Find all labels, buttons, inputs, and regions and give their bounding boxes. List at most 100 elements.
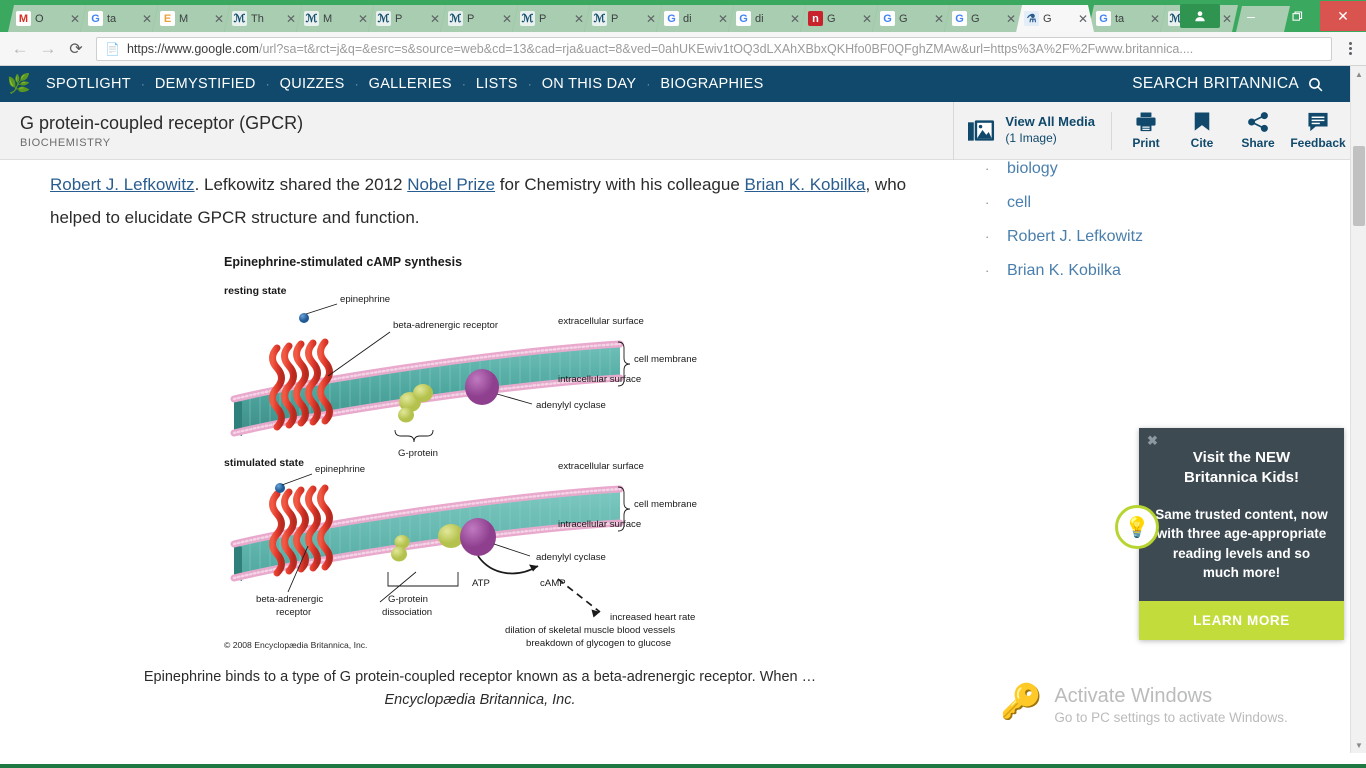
tab-close-icon[interactable]: ✕	[500, 12, 514, 26]
tab-close-icon[interactable]: ✕	[212, 12, 226, 26]
britannica-page: 🌿 SPOTLIGHT · DEMYSTIFIED · QUIZZES · GALLERIE…	[0, 66, 1350, 768]
browser-tab[interactable]: M O ✕	[8, 5, 86, 32]
browser-tab[interactable]: Gdi ✕	[728, 5, 806, 32]
browser-tab[interactable]: ℳ P ✕	[440, 5, 518, 32]
browser-tab[interactable]: G G ✕	[944, 5, 1022, 32]
britannica-thistle-logo[interactable]: 🌿	[7, 69, 31, 99]
outcome-glycogen: breakdown of glycogen to glucose	[526, 638, 671, 649]
browser-tab[interactable]: ℳ P ✕	[512, 5, 590, 32]
browser-tab[interactable]: Gta ✕	[80, 5, 158, 32]
article-body: Robert J. Lefkowitz. Lefkowitz shared th…	[0, 160, 1350, 768]
browser-tab[interactable]: G G ✕	[872, 5, 950, 32]
google-icon: G	[880, 11, 895, 26]
tab-close-icon[interactable]: ✕	[716, 12, 730, 26]
tab-close-icon[interactable]: ✕	[356, 12, 370, 26]
nav-item-lists[interactable]: LISTS	[466, 76, 528, 92]
google-icon: G	[736, 11, 751, 26]
scroll-down-arrow[interactable]: ▼	[1351, 737, 1366, 753]
promo-title-line2: Britannica Kids!	[1183, 469, 1300, 487]
back-button[interactable]: ←	[6, 35, 34, 63]
nav-item-demystified[interactable]: DEMYSTIFIED	[145, 76, 266, 92]
tab-close-icon[interactable]: ✕	[284, 12, 298, 26]
restore-button[interactable]	[1274, 1, 1320, 31]
forward-button[interactable]: →	[34, 35, 62, 63]
promo-close-button[interactable]: ✖	[1147, 433, 1158, 449]
tab-close-icon[interactable]: ✕	[788, 12, 802, 26]
print-button[interactable]: Print	[1118, 102, 1174, 160]
tab-close-icon[interactable]: ✕	[932, 12, 946, 26]
browser-tab[interactable]: ℳ P ✕	[368, 5, 446, 32]
tab-close-icon[interactable]: ✕	[860, 12, 874, 26]
article-tools: View All Media (1 Image) Print Cite Shar…	[953, 101, 1350, 160]
tab-close-icon[interactable]: ✕	[1004, 12, 1018, 26]
tab-close-icon[interactable]: ✕	[644, 12, 658, 26]
tab-title: Th	[251, 12, 264, 25]
related-link[interactable]: biology	[1007, 160, 1058, 178]
nav-item-on-this-day[interactable]: ON THIS DAY	[532, 76, 647, 92]
page-scrollbar[interactable]: ▲ ▼	[1350, 66, 1366, 753]
tab-close-icon[interactable]: ✕	[572, 12, 586, 26]
link-nobel-prize[interactable]: Nobel Prize	[407, 175, 495, 194]
scrollbar-thumb[interactable]	[1353, 146, 1365, 226]
promo-learn-more-button[interactable]: LEARN MORE	[1139, 600, 1344, 640]
site-navigation-bar: 🌿 SPOTLIGHT · DEMYSTIFIED · QUIZZES · GALLERIE…	[0, 66, 1350, 102]
panel2-label-cell-membrane: cell membrane	[634, 499, 697, 510]
browser-tab[interactable]: n G ✕	[800, 5, 878, 32]
tab-close-icon[interactable]: ✕	[428, 12, 442, 26]
nav-item-biographies[interactable]: BIOGRAPHIES	[650, 76, 773, 92]
nav-item-quizzes[interactable]: QUIZZES	[270, 76, 355, 92]
atp-to-camp-arrow	[477, 555, 539, 575]
browser-tab[interactable]: Gta ✕	[1088, 5, 1166, 32]
browser-menu-icon[interactable]	[1340, 42, 1360, 55]
view-all-media-button[interactable]: View All Media (1 Image)	[953, 101, 1111, 160]
nav-item-spotlight[interactable]: SPOTLIGHT	[36, 76, 141, 92]
google-icon: G	[664, 11, 679, 26]
close-window-button[interactable]: ✕	[1320, 1, 1366, 31]
outcome-heart-rate: increased heart rate	[610, 612, 695, 623]
feedback-button[interactable]: Feedback	[1286, 102, 1350, 160]
browser-tab[interactable]: E M ✕	[152, 5, 230, 32]
tab-close-icon[interactable]: ✕	[140, 12, 154, 26]
britannica-icon: ℳ	[593, 13, 606, 25]
address-bar[interactable]: 📄 https://www.google.com/url?sa=t&rct=j&…	[96, 36, 1332, 61]
britannica-icon: ℳ	[377, 13, 390, 25]
related-link[interactable]: Robert J. Lefkowitz	[1007, 228, 1143, 246]
encyclopedia-icon: E	[160, 11, 175, 26]
tab-title: M	[323, 12, 333, 25]
article-header-titles: G protein-coupled receptor (GPCR) BIOCHE…	[0, 112, 953, 150]
browser-tab[interactable]: Gdi ✕	[656, 5, 734, 32]
browser-tab[interactable]: ⚗ G ✕	[1016, 5, 1094, 32]
page-title: G protein-coupled receptor (GPCR)	[20, 112, 304, 133]
image-stack-icon	[968, 119, 995, 141]
minimize-button[interactable]: –	[1228, 1, 1274, 31]
britannica-icon: ℳ	[521, 13, 534, 25]
cite-button[interactable]: Cite	[1174, 102, 1230, 160]
tab-close-icon[interactable]: ✕	[68, 12, 82, 26]
britannica-icon: ℳ	[449, 13, 462, 25]
google-icon: G	[88, 11, 103, 26]
browser-toolbar: ← → ⟳ 📄 https://www.google.com/url?sa=t&…	[0, 32, 1366, 66]
link-brian-kobilka[interactable]: Brian K. Kobilka	[745, 175, 866, 194]
browser-tab[interactable]: ℳ P ✕	[584, 5, 662, 32]
tab-close-icon[interactable]: ✕	[1148, 12, 1162, 26]
browser-tab[interactable]: ℳ M ✕	[296, 5, 374, 32]
browser-tab[interactable]: ℳ Th ✕	[224, 5, 302, 32]
scroll-up-arrow[interactable]: ▲	[1351, 66, 1366, 82]
link-robert-lefkowitz[interactable]: Robert J. Lefkowitz	[50, 175, 195, 194]
related-link[interactable]: cell	[1007, 194, 1031, 212]
panel1-label-cell-membrane: cell membrane	[634, 354, 697, 365]
tab-title: G	[1043, 12, 1052, 25]
related-link[interactable]: Brian K. Kobilka	[1007, 262, 1121, 280]
printer-icon	[1136, 111, 1156, 131]
article-figure[interactable]: Epinephrine-stimulated cAMP synthesis re…	[0, 254, 960, 711]
search-britannica-button[interactable]: SEARCH BRITANNICA	[1132, 66, 1324, 102]
nav-item-galleries[interactable]: GALLERIES	[359, 76, 462, 92]
reload-button[interactable]: ⟳	[62, 35, 90, 63]
promo-title: Visit the NEW Britannica Kids!	[1139, 428, 1344, 489]
print-label: Print	[1132, 135, 1160, 150]
share-button[interactable]: Share	[1230, 102, 1286, 160]
diagram-title: Epinephrine-stimulated cAMP synthesis	[224, 255, 462, 269]
tab-close-icon[interactable]: ✕	[1076, 12, 1090, 26]
user-profile-icon[interactable]	[1180, 4, 1220, 28]
tab-title: G	[971, 12, 980, 25]
